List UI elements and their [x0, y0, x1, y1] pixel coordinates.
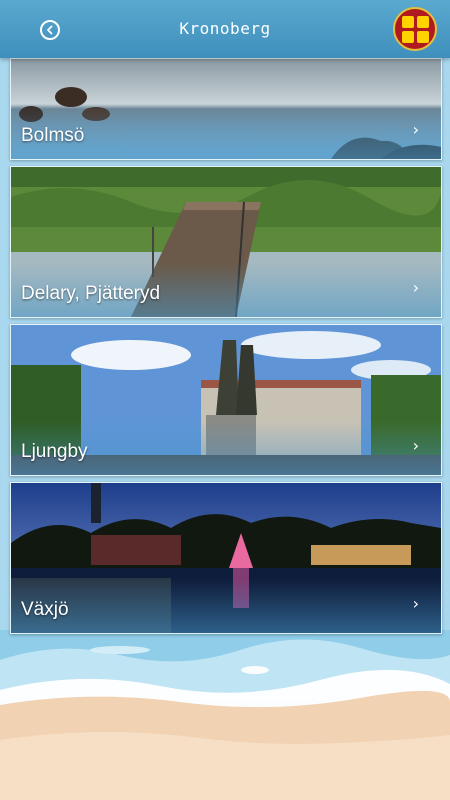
- chevron-right-icon: ›: [412, 594, 419, 613]
- grid-menu-icon[interactable]: [393, 7, 437, 51]
- destination-card-delary[interactable]: Delary, Pjätteryd ›: [10, 166, 442, 318]
- page-title: Kronoberg: [179, 19, 271, 38]
- destination-label: Bolmsö: [21, 125, 85, 146]
- destination-card-ljungby[interactable]: Ljungby ›: [10, 324, 442, 476]
- chevron-right-icon: ›: [412, 278, 419, 297]
- chevron-right-icon: ›: [412, 120, 419, 139]
- app-header: Kronoberg: [0, 0, 450, 58]
- chevron-right-icon: ›: [412, 436, 419, 455]
- destination-label: Delary, Pjätteryd: [21, 283, 161, 304]
- destination-card-vaxjo[interactable]: Växjö ›: [10, 482, 442, 634]
- destination-label: Växjö: [21, 599, 69, 620]
- destination-card-bolmso[interactable]: Bolmsö ›: [10, 58, 442, 160]
- destination-label: Ljungby: [21, 441, 88, 462]
